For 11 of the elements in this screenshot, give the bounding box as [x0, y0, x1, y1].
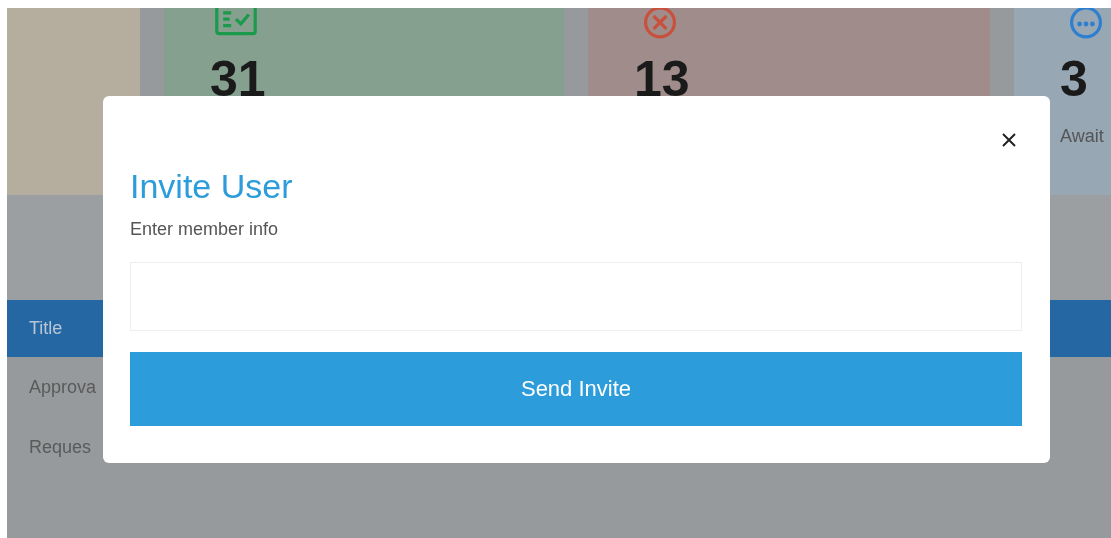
table-cell: Reques [29, 436, 92, 458]
stat-value: 31 [210, 54, 267, 104]
table-cell: Approva [29, 376, 97, 398]
column-header: Title [29, 318, 63, 339]
stat-label: Await [1060, 126, 1105, 147]
close-icon[interactable] [1001, 132, 1017, 148]
dialog-title: Invite User [130, 168, 294, 206]
stat-value: 13 [634, 54, 691, 104]
send-invite-button[interactable]: Send Invite [130, 352, 1022, 427]
dialog-subtitle: Enter member info [130, 219, 280, 241]
stat-value: 3 [1060, 54, 1089, 104]
